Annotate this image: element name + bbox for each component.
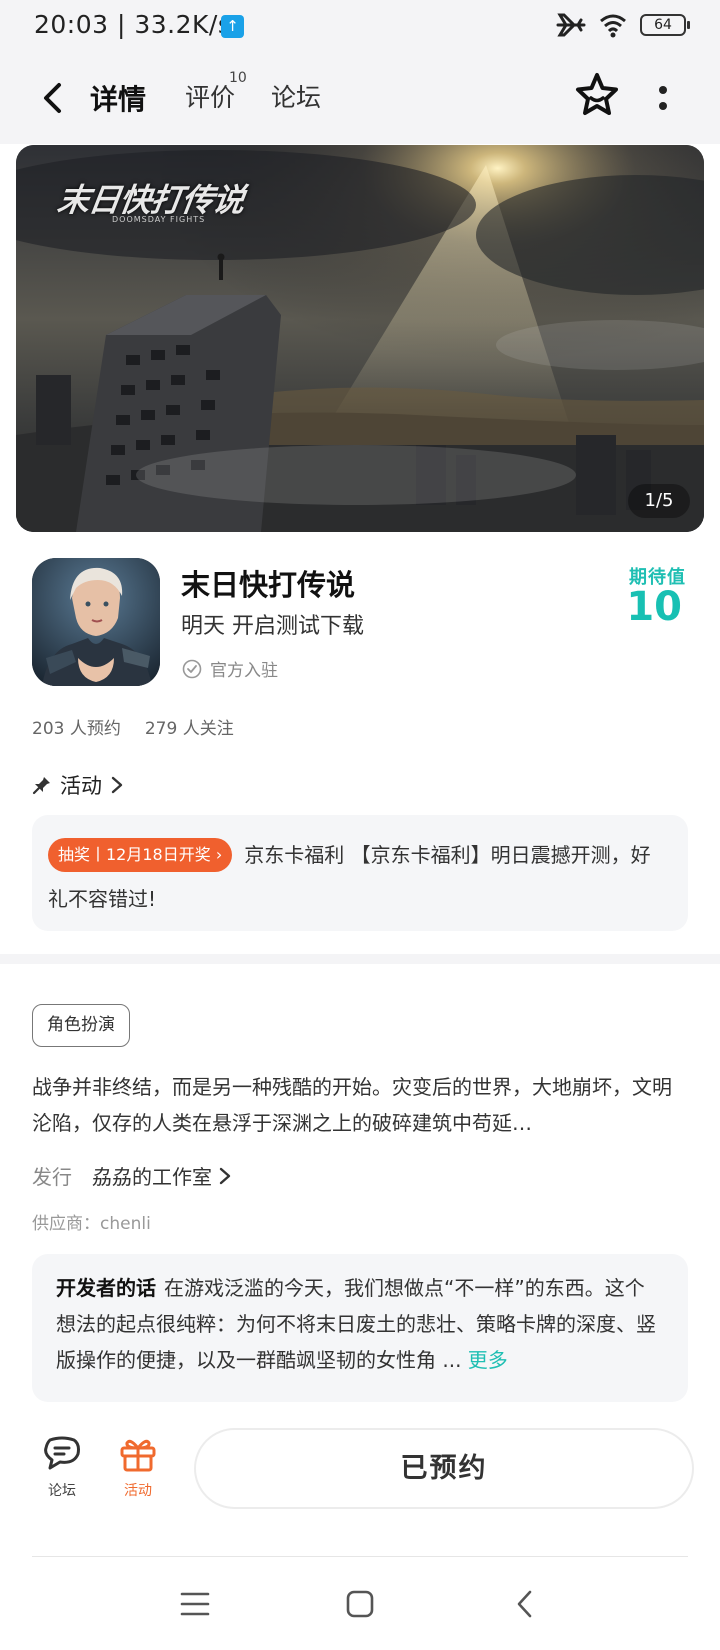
activity-heading: 活动 — [60, 774, 102, 798]
home-button[interactable] — [335, 1579, 385, 1629]
check-circle-icon — [182, 659, 202, 678]
publisher-label: 发行 — [32, 1165, 72, 1189]
activity-section-header[interactable]: 活动 — [32, 770, 124, 800]
menu-icon — [180, 1592, 210, 1616]
follower-count: 279 人关注 — [144, 719, 234, 739]
tab-forum[interactable]: 论坛 — [271, 78, 321, 114]
genre-tag[interactable]: 角色扮演 — [32, 1004, 130, 1047]
lottery-tag-label: 抽奖丨12月18日开奖 — [58, 845, 211, 864]
reserved-button[interactable]: 已预约 — [194, 1428, 694, 1509]
expectation-score: 10 — [626, 584, 682, 630]
developer-note-title: 开发者的话 — [56, 1276, 156, 1300]
game-icon — [32, 558, 160, 686]
top-nav: 详情 评价 10 论坛 — [0, 54, 720, 144]
forum-action-label: 论坛 — [48, 1483, 76, 1499]
system-back-button[interactable] — [500, 1579, 550, 1629]
tab-detail[interactable]: 详情 — [88, 78, 150, 121]
activity-action-label: 活动 — [124, 1483, 152, 1499]
tab-label: 论坛 — [271, 83, 322, 112]
status-time-speed: 20:03 | 33.2K/s — [34, 10, 232, 39]
gift-icon — [120, 1439, 156, 1472]
tab-review[interactable]: 评价 10 — [185, 70, 247, 114]
carousel-page-counter: 1/5 — [628, 484, 690, 518]
pin-icon — [32, 777, 50, 795]
lottery-tag[interactable]: 抽奖丨12月18日开奖 › — [48, 838, 233, 872]
official-label: 官方入驻 — [210, 661, 278, 681]
screenshot-carousel[interactable]: 末日快打传说 DOOMSDAY FIGHTS 1/5 — [16, 145, 704, 532]
tab-label: 评价 — [185, 83, 236, 112]
official-badge: 官方入驻 — [182, 656, 278, 681]
forum-action[interactable]: 论坛 — [32, 1436, 92, 1500]
upload-indicator-icon: ↑ — [221, 15, 244, 38]
game-description[interactable]: 战争并非终结，而是另一种残酷的开始。灾变后的世界，大地崩坏，文明沦陷，仅存的人类… — [32, 1069, 688, 1141]
dot — [659, 102, 667, 110]
supplier-info: 供应商：chenli — [32, 1214, 151, 1234]
activity-action[interactable]: 活动 — [108, 1436, 168, 1500]
game-title: 末日快打传说 — [181, 568, 356, 602]
game-icon-artwork — [32, 558, 160, 686]
dot — [659, 86, 667, 94]
forum-chat-icon — [44, 1436, 80, 1470]
chevron-right-icon — [111, 776, 123, 794]
status-icons: 64 — [556, 12, 690, 38]
battery-indicator: 64 — [640, 14, 690, 36]
airplane-icon — [556, 13, 586, 37]
publisher-row[interactable]: 发行 劦劦的工作室 — [32, 1161, 232, 1190]
back-button[interactable] — [34, 76, 70, 120]
review-count-badge: 10 — [229, 70, 247, 86]
game-logo-subtext: DOOMSDAY FIGHTS — [112, 215, 206, 224]
star-icon — [576, 73, 618, 115]
section-divider — [0, 954, 720, 964]
publisher-name: 劦劦的工作室 — [92, 1165, 212, 1189]
game-stats: 203 人预约 279 人关注 — [32, 714, 234, 739]
home-square-icon — [346, 1590, 374, 1618]
recent-apps-button[interactable] — [170, 1579, 220, 1629]
developer-note-card[interactable]: 开发者的话 在游戏泛滥的今天，我们想做点“不一样”的东西。这个想法的起点很纯粹：为… — [32, 1254, 688, 1402]
tab-label: 详情 — [90, 83, 147, 116]
wifi-icon — [600, 14, 626, 38]
more-link[interactable]: 更多 — [468, 1348, 508, 1372]
system-nav-bar — [0, 1557, 720, 1650]
chevron-right-icon — [219, 1167, 231, 1184]
chevron-left-icon — [44, 83, 61, 113]
game-release-status: 明天 开启测试下载 — [181, 614, 364, 639]
activity-card[interactable]: 抽奖丨12月18日开奖 › 京东卡福利 【京东卡福利】明日震撼开测，好礼不容错过! — [32, 815, 688, 931]
more-options-button[interactable] — [648, 76, 678, 120]
favorite-button[interactable] — [572, 70, 622, 120]
publisher-link[interactable]: 劦劦的工作室 — [92, 1161, 232, 1190]
reservation-count: 203 人预约 — [32, 719, 121, 739]
status-bar: 20:03 | 33.2K/s ↑ 64 — [0, 0, 720, 54]
back-arrow-icon — [517, 1590, 532, 1618]
